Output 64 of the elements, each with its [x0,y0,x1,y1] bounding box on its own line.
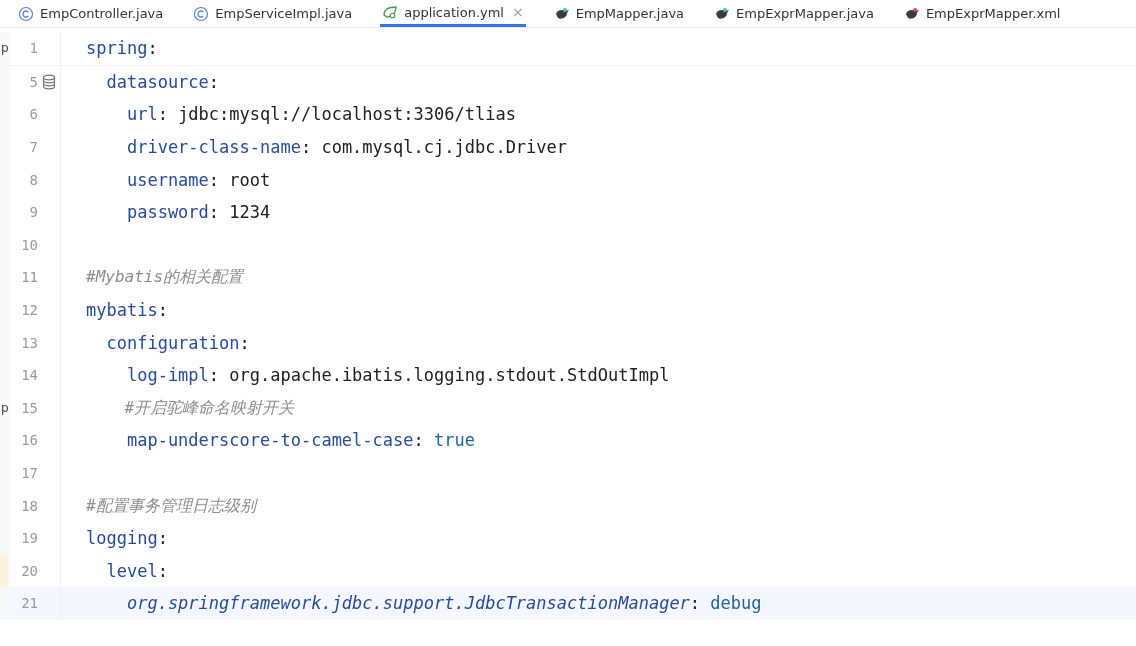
yaml-key: datasource [86,71,209,92]
yaml-value: : [689,593,702,614]
yaml-value: : com.mysql.cj.jdbc.Driver [300,137,568,158]
line-number: 11 [21,269,38,286]
leaf-icon [382,4,399,20]
line-number: 20 [21,562,38,579]
line-number: 10 [21,236,38,253]
bird-icon [903,5,920,22]
yaml-value: : [239,332,250,353]
yaml-value: : [413,430,425,451]
line-number: 7 [29,139,38,156]
yaml-key: username [86,169,209,190]
yaml-key: configuration [86,332,240,353]
yaml-key: level [86,560,158,581]
yaml-value: : [208,71,220,92]
line-number: 8 [29,171,38,188]
line-number: 1 [29,40,38,57]
yaml-literal: debug [710,593,762,614]
bird-icon [553,5,570,22]
file-tab[interactable]: EmpExprMapper.xml [901,0,1063,27]
line-number: 16 [21,432,38,449]
line-number: 6 [29,106,38,123]
side-panel-text: p [0,41,9,56]
yaml-value: : 1234 [208,202,271,223]
yaml-key: org.springframework.jdbc.support.JdbcTransactionManager [86,593,690,614]
line-number: 21 [21,595,38,612]
yaml-value: : [157,528,168,549]
line-number: 13 [21,334,38,351]
file-tab[interactable]: EmpMapper.java [551,0,687,27]
line-number: 15 [21,399,38,416]
line-number: 12 [21,302,38,319]
yaml-value: : [157,560,168,581]
line-number: 9 [29,204,38,221]
line-number: 17 [21,465,38,481]
bird-icon [714,5,731,22]
line-number: 14 [21,367,38,384]
side-panel-text: p [0,400,9,415]
yaml-key: spring [86,38,148,59]
yaml-value: : jdbc:mysql://localhost:3306/tlias [157,104,516,125]
yaml-key: log-impl [86,365,209,386]
yaml-value: : root [208,169,271,190]
database-icon[interactable] [42,73,56,90]
yaml-key: password [86,202,209,223]
yaml-key: map-underscore-to-camel-case [86,430,414,451]
yaml-key: url [86,104,158,125]
line-number: 18 [21,497,38,514]
code-comment: #开启驼峰命名映射开关 [123,397,295,417]
yaml-key: driver-class-name [86,137,301,158]
file-tab[interactable]: application.yml × [380,0,526,27]
class-icon [193,5,210,22]
yaml-key: mybatis [86,300,158,321]
file-tab[interactable]: EmpServiceImpl.java [191,0,355,27]
yaml-value: : [157,300,168,321]
code-comment: #Mybatis的相关配置 [86,267,244,287]
line-number: 19 [21,530,38,547]
yaml-key: logging [86,528,158,549]
yaml-literal: true [434,430,475,451]
line-number: 5 [29,73,38,90]
code-comment: #配置事务管理日志级别 [86,495,256,515]
yaml-value: : [147,38,158,59]
file-tab[interactable]: EmpExprMapper.java [712,0,876,27]
class-icon [18,5,34,22]
file-tab[interactable]: EmpController.java [16,0,166,27]
yaml-value: : org.apache.ibatis.logging.stdout.StdOutImpl [208,365,670,386]
